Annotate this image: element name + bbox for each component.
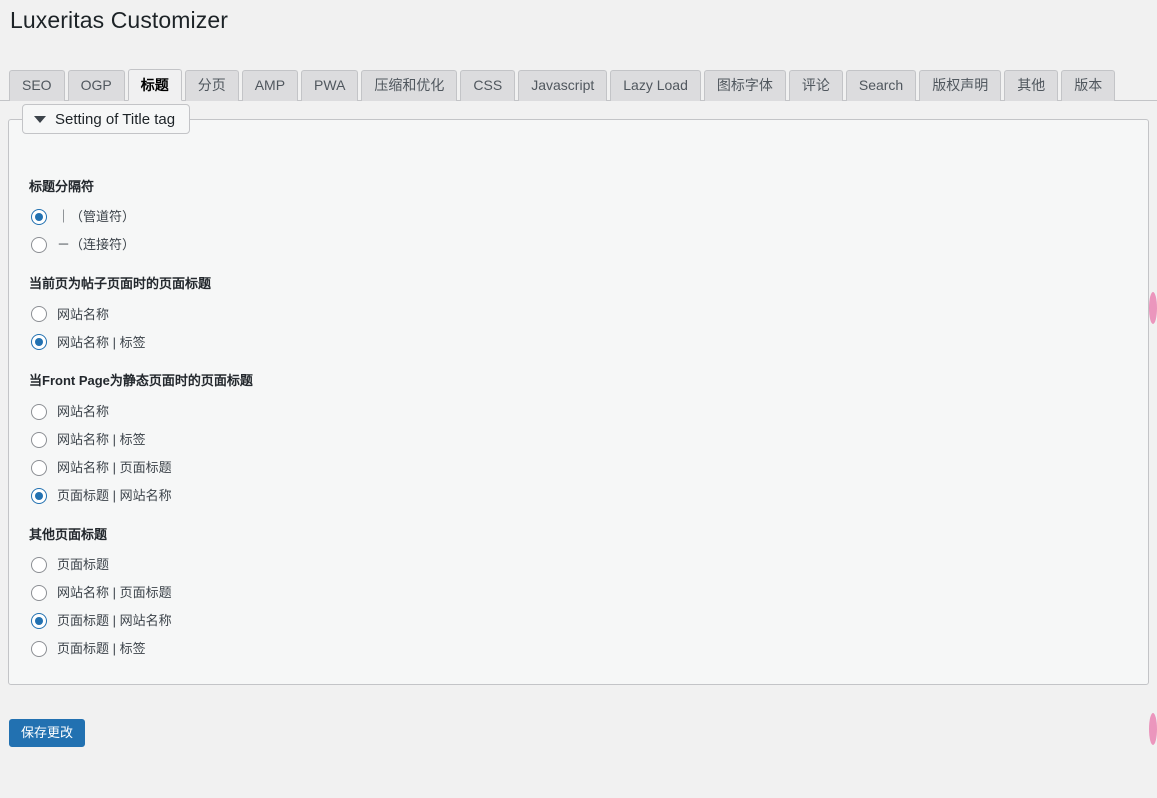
radio-label: 页面标题 | 网站名称 bbox=[57, 487, 172, 503]
radio-checked-icon[interactable] bbox=[31, 487, 47, 504]
radio-row[interactable]: 网站名称 | 标签 bbox=[29, 328, 253, 356]
tab-0[interactable]: SEO bbox=[9, 70, 65, 101]
radio-row[interactable]: 页面标题 bbox=[29, 551, 253, 579]
edge-marker-top bbox=[1149, 292, 1157, 324]
page-title: Luxeritas Customizer bbox=[10, 7, 229, 33]
radio-row[interactable]: 网站名称 bbox=[29, 300, 253, 328]
radio-row[interactable]: －（连接符） bbox=[29, 231, 253, 259]
radio-unchecked-icon[interactable] bbox=[31, 459, 47, 476]
tab-3[interactable]: 分页 bbox=[184, 70, 239, 101]
tab-10[interactable]: 图标字体 bbox=[703, 70, 786, 101]
radio-unchecked-icon[interactable] bbox=[31, 237, 47, 254]
save-button[interactable]: 保存更改 bbox=[9, 719, 86, 747]
tab-9[interactable]: Lazy Load bbox=[610, 70, 701, 101]
field-group: 其他页面标题页面标题网站名称 | 页面标题 页面标题 | 网站名称 页面标题 | 标… bbox=[29, 526, 253, 663]
radio-unchecked-icon[interactable] bbox=[31, 556, 47, 573]
radio-unchecked-icon[interactable] bbox=[31, 640, 47, 657]
field-group: 标题分隔符 ｜（管道符） －（连接符） bbox=[29, 178, 253, 259]
tab-2[interactable]: 标题 bbox=[127, 69, 182, 101]
group-label: 标题分隔符 bbox=[29, 179, 95, 194]
radio-label: 网站名称 | 页面标题 bbox=[57, 585, 172, 600]
field-group: 当前页为帖子页面时的页面标题网站名称网站名称 | 标签 bbox=[29, 275, 253, 356]
radio-unchecked-icon[interactable] bbox=[31, 584, 47, 601]
group-label: 其他页面标题 bbox=[29, 526, 108, 542]
radio-label: 页面标题 bbox=[57, 557, 110, 572]
radio-label: 网站名称 | 标签 bbox=[57, 334, 146, 350]
group-label: 当Front Page为静态页面时的页面标题 bbox=[29, 373, 253, 389]
tab-12[interactable]: Search bbox=[845, 70, 917, 101]
radio-row[interactable]: 网站名称 | 标签 bbox=[29, 426, 253, 454]
tab-5[interactable]: PWA bbox=[301, 70, 359, 101]
tab-4[interactable]: AMP bbox=[241, 70, 299, 101]
radio-checked-icon[interactable] bbox=[31, 334, 47, 351]
radio-row[interactable]: 网站名称 | 页面标题 bbox=[29, 579, 253, 607]
radio-row[interactable]: 页面标题 | 标签 bbox=[29, 635, 253, 663]
radio-label: 网站名称 bbox=[57, 306, 110, 322]
radio-label: 网站名称 | 标签 bbox=[57, 431, 146, 447]
field-group: 当Front Page为静态页面时的页面标题网站名称网站名称 | 标签网站名称 … bbox=[29, 372, 253, 509]
tab-13[interactable]: 版权声明 bbox=[919, 70, 1002, 101]
radio-checked-icon[interactable] bbox=[31, 612, 47, 629]
tab-1[interactable]: OGP bbox=[67, 70, 125, 101]
tab-bar: SEO OGP 标题 分页 AMP PWA 压缩和优化 CSS Javascript Lazy L… bbox=[0, 64, 1157, 101]
group-label: 当前页为帖子页面时的页面标题 bbox=[29, 276, 212, 292]
radio-label: 网站名称 bbox=[57, 403, 110, 419]
radio-row[interactable]: 网站名称 bbox=[29, 398, 253, 426]
radio-label: －（连接符） bbox=[57, 237, 136, 253]
radio-checked-icon[interactable] bbox=[31, 209, 47, 226]
tab-15[interactable]: 版本 bbox=[1061, 70, 1116, 101]
radio-unchecked-icon[interactable] bbox=[31, 403, 47, 420]
tab-7[interactable]: CSS bbox=[460, 70, 516, 101]
radio-label: 网站名称 | 页面标题 bbox=[57, 459, 172, 475]
edge-marker-bottom bbox=[1149, 713, 1157, 745]
radio-row[interactable]: 页面标题 | 网站名称 bbox=[29, 482, 253, 510]
radio-label: 页面标题 | 标签 bbox=[57, 641, 146, 656]
radio-row[interactable]: ｜（管道符） bbox=[29, 203, 253, 231]
radio-row[interactable]: 页面标题 | 网站名称 bbox=[29, 607, 253, 635]
radio-unchecked-icon[interactable] bbox=[31, 431, 47, 448]
radio-label: ｜（管道符） bbox=[57, 209, 136, 225]
tab-6[interactable]: 压缩和优化 bbox=[361, 70, 458, 101]
panel-body: 标题分隔符 ｜（管道符） －（连接符） 当前页为帖子页面时的页面标题 网站名称 网站名称 … bbox=[9, 120, 273, 683]
radio-row[interactable]: 网站名称 | 页面标题 bbox=[29, 454, 253, 482]
radio-label: 页面标题 | 网站名称 bbox=[57, 613, 172, 628]
tab-8[interactable]: Javascript bbox=[518, 70, 608, 101]
tab-11[interactable]: 评论 bbox=[788, 70, 843, 101]
title-tag-panel: Setting of Title tag 标题分隔符 ｜（管道符） －（连接符） 当前… bbox=[8, 104, 1149, 685]
tab-14[interactable]: 其他 bbox=[1004, 70, 1059, 101]
radio-unchecked-icon[interactable] bbox=[31, 306, 47, 323]
